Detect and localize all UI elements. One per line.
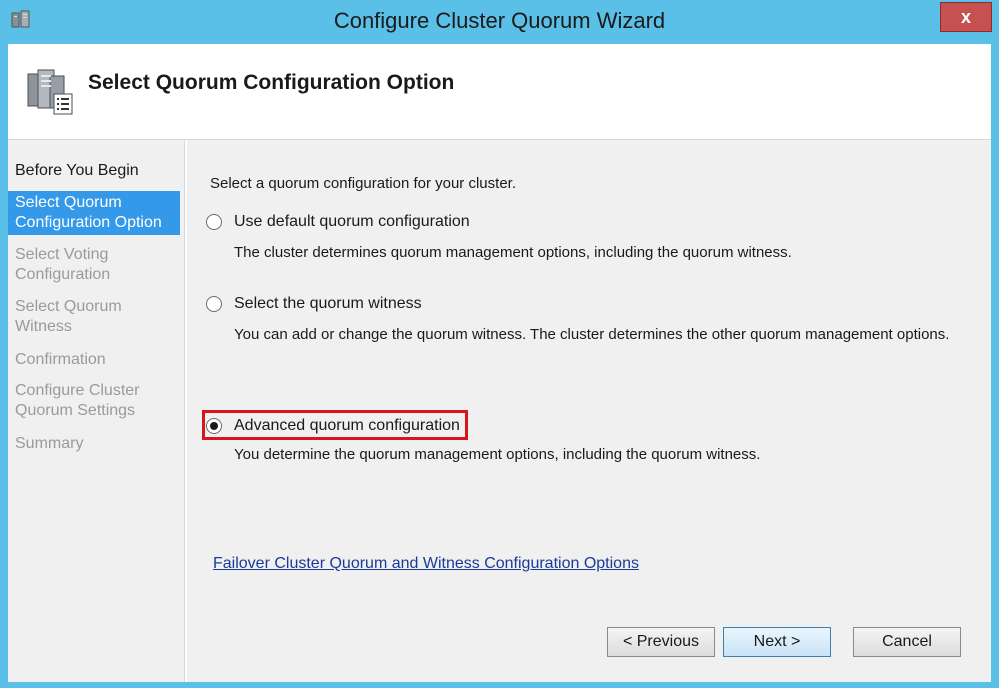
option-label[interactable]: Advanced quorum configuration	[234, 417, 460, 435]
wizard-step-nav: Before You Begin Select Quorum Configura…	[8, 141, 184, 682]
instruction-text: Select a quorum configuration for your c…	[210, 175, 516, 192]
page-title: Select Quorum Configuration Option	[88, 71, 455, 94]
window-title: Configure Cluster Quorum Wizard	[333, 8, 666, 33]
cancel-button[interactable]: Cancel	[853, 627, 961, 657]
nav-step-summary: Summary	[15, 435, 84, 452]
nav-step-select-witness: Select Quorum Witness	[15, 298, 122, 335]
wizard-client-area: Select Quorum Configuration Option Befor…	[8, 44, 991, 682]
option-label[interactable]: Select the quorum witness	[234, 295, 422, 313]
nav-step-confirmation: Confirmation	[15, 351, 106, 368]
wizard-header: Select Quorum Configuration Option	[8, 44, 991, 140]
nav-step-select-quorum-option[interactable]: Select Quorum Configuration Option	[8, 191, 180, 235]
option-default-quorum[interactable]: Use default quorum configuration	[206, 213, 470, 231]
nav-step-select-voting: Select Voting Configuration	[15, 246, 111, 283]
close-button[interactable]: x	[940, 2, 992, 32]
nav-step-configure-settings: Configure Cluster Quorum Settings	[15, 382, 140, 419]
option-advanced-quorum[interactable]: Advanced quorum configuration	[206, 417, 460, 435]
option-quorum-witness[interactable]: Select the quorum witness	[206, 295, 422, 313]
radio-default-quorum[interactable]	[206, 214, 222, 230]
option-description: You determine the quorum management opti…	[234, 446, 761, 463]
close-icon: x	[960, 6, 971, 27]
option-description: You can add or change the quorum witness…	[234, 326, 950, 343]
radio-quorum-witness[interactable]	[206, 296, 222, 312]
previous-button[interactable]: < Previous	[607, 627, 715, 657]
nav-step-before-you-begin[interactable]: Before You Begin	[8, 161, 180, 181]
radio-advanced-quorum[interactable]	[206, 418, 222, 434]
option-label[interactable]: Use default quorum configuration	[234, 213, 470, 231]
wizard-content: Select a quorum configuration for your c…	[188, 141, 991, 682]
title-bar[interactable]: Configure Cluster Quorum Wizard x	[0, 0, 999, 44]
help-link[interactable]: Failover Cluster Quorum and Witness Conf…	[213, 555, 639, 573]
cluster-server-icon	[27, 69, 73, 115]
next-button[interactable]: Next >	[723, 627, 831, 657]
nav-divider	[184, 141, 187, 682]
wizard-window: Configure Cluster Quorum Wizard x Select…	[0, 0, 999, 688]
option-description: The cluster determines quorum management…	[234, 244, 792, 261]
